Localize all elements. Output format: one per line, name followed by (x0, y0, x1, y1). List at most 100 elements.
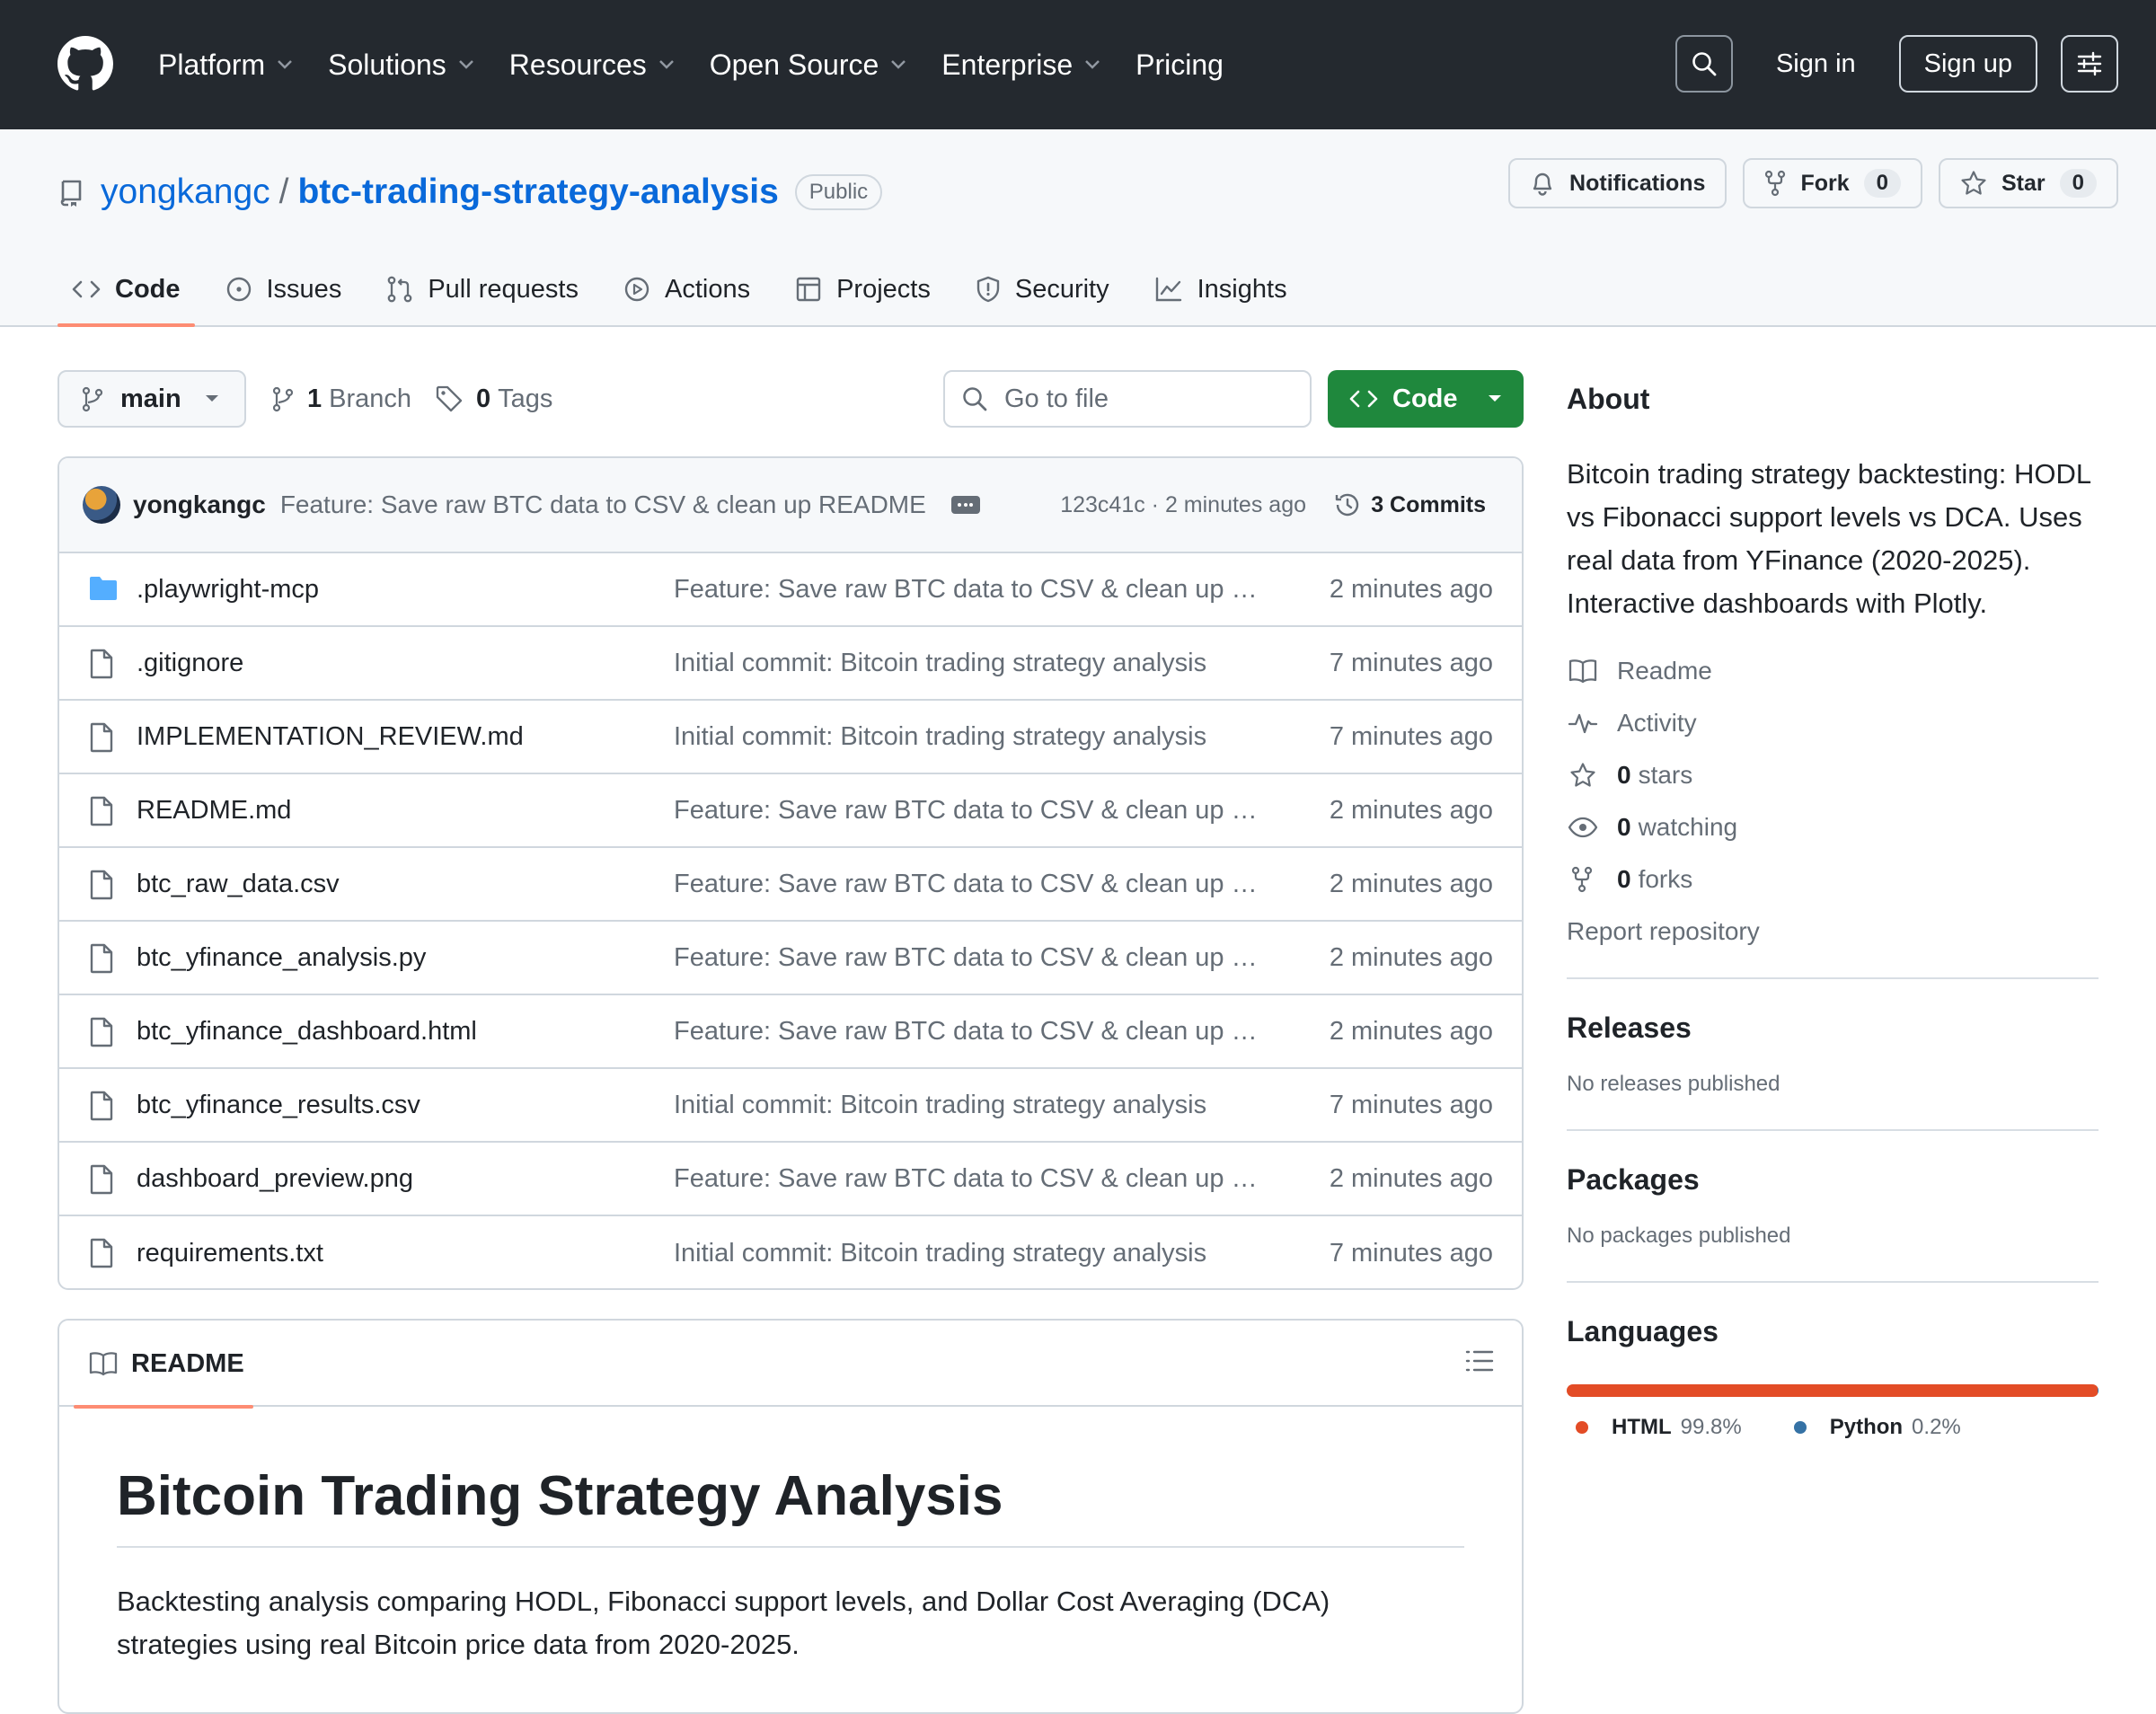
commits-link[interactable]: 3 Commits (1333, 490, 1486, 519)
github-logo-icon[interactable] (57, 36, 113, 92)
table-row[interactable]: btc_yfinance_results.csv Initial commit: … (59, 1069, 1522, 1143)
tag-count: 0 (476, 384, 491, 413)
nav-pricing[interactable]: Pricing (1135, 43, 1224, 86)
file-name-link[interactable]: btc_yfinance_results.csv (137, 1091, 420, 1120)
report-label: Report repository (1567, 917, 1760, 945)
file-commit-message-link[interactable]: Initial commit: Bitcoin trading strategy… (674, 649, 1267, 678)
file-commit-message-link[interactable]: Feature: Save raw BTC data to CSV & clea… (674, 870, 1267, 899)
notifications-button[interactable]: Notifications (1508, 158, 1727, 208)
stars-link[interactable]: 0 stars (1567, 749, 2099, 801)
repo-path-separator: / (278, 172, 289, 211)
table-row[interactable]: README.md Feature: Save raw BTC data to C… (59, 774, 1522, 848)
file-commit-message-link[interactable]: Initial commit: Bitcoin trading strategy… (674, 1091, 1267, 1120)
file-browser: yongkangc Feature: Save raw BTC data to … (57, 456, 1524, 1290)
file-commit-message-link[interactable]: Feature: Save raw BTC data to CSV & clea… (674, 943, 1267, 973)
fork-button[interactable]: Fork 0 (1743, 158, 1922, 208)
nav-platform[interactable]: Platform (158, 43, 294, 86)
activity-link[interactable]: Activity (1567, 697, 2099, 749)
fork-label: Fork (1800, 170, 1850, 196)
file-name-link[interactable]: btc_yfinance_analysis.py (137, 943, 426, 973)
tab-pull-requests[interactable]: Pull requests (372, 255, 593, 323)
caret-down-icon (1489, 395, 1501, 402)
file-name-link[interactable]: IMPLEMENTATION_REVIEW.md (137, 722, 524, 752)
nav-open-source[interactable]: Open Source (710, 43, 908, 86)
language-html[interactable]: HTML 99.8% (1576, 1415, 1742, 1440)
nav-enterprise[interactable]: Enterprise (941, 43, 1101, 86)
file-commit-message-link[interactable]: Initial commit: Bitcoin trading strategy… (674, 722, 1267, 752)
file-name-link[interactable]: requirements.txt (137, 1239, 323, 1268)
language-percent: 99.8% (1680, 1415, 1742, 1439)
caret-down-icon (205, 395, 218, 402)
table-row[interactable]: IMPLEMENTATION_REVIEW.md Initial commit: … (59, 701, 1522, 774)
repo-actions: Notifications Fork 0 Star 0 (1492, 158, 2118, 208)
tab-insights-label: Insights (1197, 274, 1287, 304)
repo-name-link[interactable]: btc-trading-strategy-analysis (297, 172, 778, 212)
report-repository-link[interactable]: Report repository (1567, 906, 2099, 958)
tab-projects[interactable]: Projects (781, 255, 945, 323)
tab-insights[interactable]: Insights (1140, 255, 1302, 323)
repo-owner-link[interactable]: yongkangc (101, 172, 270, 212)
watching-link[interactable]: 0 watching (1567, 801, 2099, 853)
nav-solutions[interactable]: Solutions (328, 43, 475, 86)
about-links: Readme Activity 0 stars 0 watching 0 forks … (1567, 645, 2099, 958)
file-name-link[interactable]: .playwright-mcp (137, 575, 319, 605)
file-icon (88, 796, 115, 826)
table-row[interactable]: dashboard_preview.png Feature: Save raw B… (59, 1143, 1522, 1216)
file-commit-message-link[interactable]: Feature: Save raw BTC data to CSV & clea… (674, 1017, 1267, 1047)
file-commit-message-link[interactable]: Feature: Save raw BTC data to CSV & clea… (674, 796, 1267, 826)
table-row[interactable]: btc_yfinance_analysis.py Feature: Save ra… (59, 922, 1522, 995)
releases-heading[interactable]: Releases (1567, 1012, 2099, 1045)
packages-heading[interactable]: Packages (1567, 1163, 2099, 1197)
file-commit-message-link[interactable]: Feature: Save raw BTC data to CSV & clea… (674, 575, 1267, 605)
file-commit-message-link[interactable]: Feature: Save raw BTC data to CSV & clea… (674, 1164, 1267, 1194)
watching-label: watching (1638, 813, 1738, 841)
branch-count: 1 (307, 384, 323, 413)
sign-up-button[interactable]: Sign up (1898, 35, 2037, 93)
repository-header: yongkangc / btc-trading-strategy-analysi… (0, 129, 2156, 327)
language-python[interactable]: Python 0.2% (1793, 1415, 1961, 1440)
file-icon (88, 722, 115, 753)
sign-in-link[interactable]: Sign in (1776, 49, 1856, 79)
nav-resources[interactable]: Resources (509, 43, 676, 86)
avatar[interactable] (83, 486, 120, 524)
settings-menu-button[interactable] (2061, 35, 2118, 93)
divider (1567, 1129, 2099, 1131)
file-name-link[interactable]: dashboard_preview.png (137, 1164, 413, 1194)
tab-issues[interactable]: Issues (211, 255, 357, 323)
table-row[interactable]: requirements.txt Initial commit: Bitcoin … (59, 1216, 1522, 1288)
commit-message[interactable]: Feature: Save raw BTC data to CSV & clea… (280, 490, 926, 519)
shield-icon (976, 276, 1000, 303)
branches-link[interactable]: 1 Branch (271, 370, 411, 428)
readme-link[interactable]: Readme (1567, 645, 2099, 697)
readme-title: Bitcoin Trading Strategy Analysis (117, 1464, 1464, 1548)
file-name-link[interactable]: btc_raw_data.csv (137, 870, 340, 899)
readme-panel: README Bitcoin Trading Strategy Analysis… (57, 1319, 1524, 1714)
code-dropdown-button[interactable]: Code (1328, 370, 1524, 428)
list-icon[interactable] (1464, 1347, 1495, 1374)
tab-code[interactable]: Code (57, 255, 195, 327)
forks-link[interactable]: 0 forks (1567, 853, 2099, 906)
tab-actions[interactable]: Actions (609, 255, 764, 323)
tags-link[interactable]: 0 Tags (435, 370, 552, 428)
file-commit-message-link[interactable]: Initial commit: Bitcoin trading strategy… (674, 1239, 1267, 1268)
branch-selector[interactable]: main (57, 370, 246, 428)
table-row[interactable]: btc_raw_data.csv Feature: Save raw BTC da… (59, 848, 1522, 922)
search-button[interactable] (1674, 35, 1733, 93)
file-name-link[interactable]: .gitignore (137, 649, 243, 678)
commit-author[interactable]: yongkangc (133, 490, 266, 519)
tab-security[interactable]: Security (961, 255, 1124, 323)
expand-commit-button[interactable] (950, 496, 980, 514)
divider (1567, 977, 2099, 979)
book-icon (89, 1352, 118, 1376)
readme-tab[interactable]: README (74, 1321, 253, 1409)
file-icon (88, 870, 115, 900)
table-row[interactable]: btc_yfinance_dashboard.html Feature: Save… (59, 995, 1522, 1069)
nav-resources-label: Resources (508, 48, 647, 81)
go-to-file-input[interactable]: Go to file (943, 370, 1312, 428)
commit-meta[interactable]: 123c41c · 2 minutes ago (1060, 492, 1306, 518)
table-row[interactable]: .playwright-mcp Feature: Save raw BTC dat… (59, 553, 1522, 627)
star-button[interactable]: Star 0 (1939, 158, 2118, 208)
table-row[interactable]: .gitignore Initial commit: Bitcoin tradin… (59, 627, 1522, 701)
file-name-link[interactable]: btc_yfinance_dashboard.html (137, 1017, 477, 1047)
file-name-link[interactable]: README.md (137, 796, 291, 826)
